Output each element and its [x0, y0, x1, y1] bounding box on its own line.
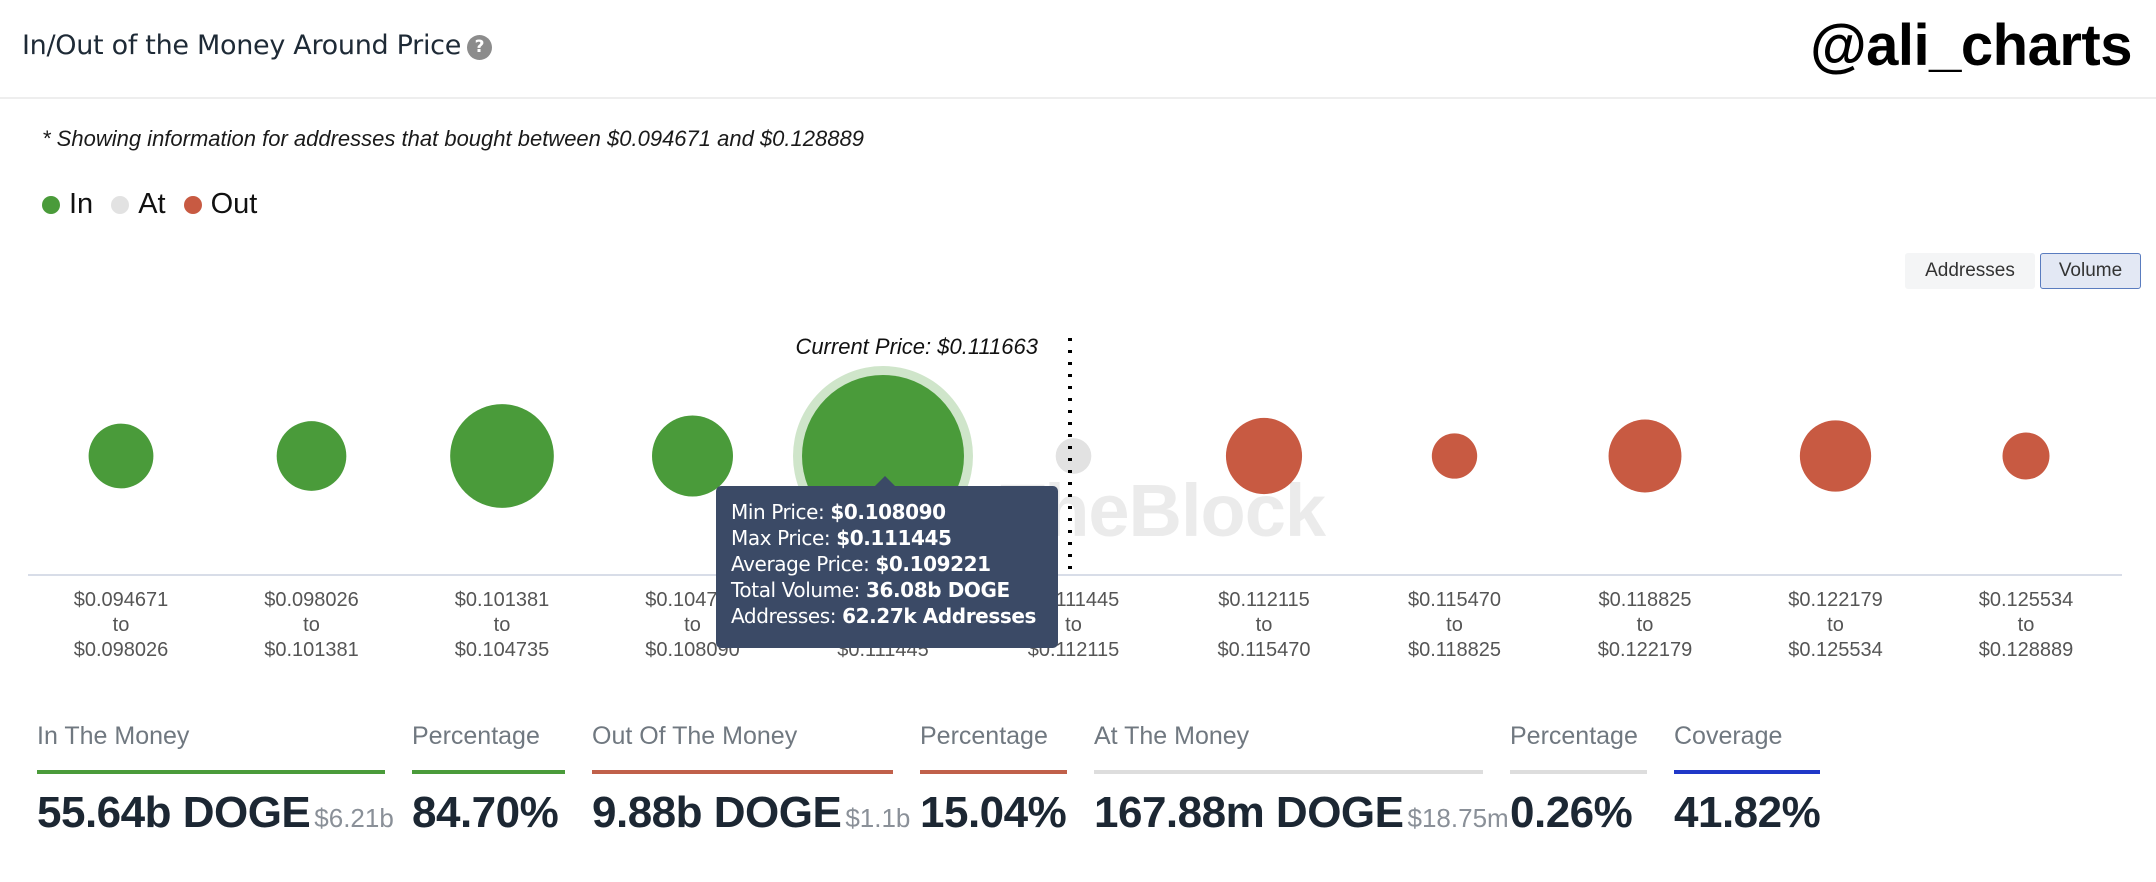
- x-tick-line: $0.104735: [454, 639, 550, 661]
- question-circle-icon[interactable]: ?: [467, 35, 492, 60]
- volume-toggle-button[interactable]: Volume: [2040, 253, 2141, 289]
- bubble-in-3[interactable]: [652, 415, 733, 497]
- bubble-out-8[interactable]: [1608, 419, 1682, 493]
- x-tick-line: to: [1827, 614, 1844, 636]
- range-note: * Showing information for addresses that…: [42, 126, 864, 151]
- stat-value: 0.26%: [1510, 788, 1633, 837]
- stat-label: Coverage: [1674, 722, 1783, 750]
- x-tick-line: to: [112, 614, 130, 636]
- legend-label: In: [69, 188, 94, 220]
- stat-label: At The Money: [1094, 722, 1250, 750]
- bubble-out-7[interactable]: [1431, 433, 1478, 479]
- x-tick-line: $0.128889: [1978, 639, 2074, 661]
- stat-out-percentage: Percentage 15.04%: [920, 722, 1067, 838]
- x-tick-line: $0.118825: [1598, 589, 1692, 611]
- x-tick-label: $0.115470 to $0.118825: [1370, 588, 1540, 663]
- bubble-out-10[interactable]: [2002, 432, 2050, 480]
- x-axis-labels: $0.094671 to $0.098026 $0.098026 to $0.101381…: [0, 588, 2156, 668]
- legend-item-out[interactable]: Out: [183, 188, 258, 221]
- x-tick-line: to: [493, 614, 511, 636]
- x-tick-line: to: [2017, 614, 2035, 636]
- x-tick-line: $0.118825: [1407, 639, 1502, 661]
- stat-bar: [412, 770, 565, 774]
- legend-dot-icon: [111, 195, 130, 214]
- stat-label: Percentage: [1510, 722, 1638, 750]
- x-tick-line: $0.094671: [73, 589, 169, 611]
- tooltip-max-price: Max Price: $0.111445: [731, 526, 952, 550]
- x-tick-line: $0.125534: [1978, 589, 2074, 611]
- tooltip-min-price: Min Price: $0.108090: [731, 500, 946, 524]
- bubble-at-5[interactable]: [1055, 438, 1092, 474]
- legend-label: At: [138, 188, 166, 220]
- stat-coverage: Coverage 41.82%: [1674, 722, 1821, 838]
- stat-bar: [1094, 770, 1483, 774]
- stat-bar: [920, 770, 1067, 774]
- tooltip-total-volume: Total Volume: 36.08b DOGE: [731, 578, 1010, 602]
- legend-item-in[interactable]: In: [42, 188, 93, 221]
- stat-bar: [1510, 770, 1647, 774]
- x-tick-line: to: [303, 614, 320, 636]
- legend: In At Out: [42, 188, 275, 221]
- x-tick-label: $0.094671 to $0.098026: [36, 588, 206, 663]
- x-tick-line: $0.101381: [454, 589, 550, 611]
- x-tick-line: $0.098026: [73, 639, 169, 661]
- stat-in-the-money: In The Money 55.64b DOGE $6.21b: [37, 722, 394, 838]
- stat-at-the-money: At The Money 167.88m DOGE $18.75m: [1094, 722, 1509, 838]
- legend-dot-icon: [42, 195, 60, 214]
- x-tick-line: to: [1636, 614, 1654, 636]
- x-tick-line: to: [1255, 614, 1273, 636]
- stat-bar: [592, 770, 893, 774]
- stat-value: 15.04%: [920, 788, 1067, 837]
- tooltip-average-price: Average Price: $0.109221: [731, 552, 991, 576]
- stat-value: 41.82%: [1674, 788, 1821, 837]
- x-tick-label: $0.098026 to $0.101381: [227, 588, 397, 663]
- stat-label: Percentage: [412, 722, 540, 750]
- bubble-out-9[interactable]: [1799, 420, 1872, 492]
- current-price-label: Current Price: $0.111663: [795, 334, 1038, 359]
- x-tick-line: $0.122179: [1597, 639, 1693, 661]
- legend-item-at[interactable]: At: [111, 188, 166, 221]
- bubble-out-6[interactable]: [1225, 417, 1303, 495]
- stat-value: 9.88b DOGE $1.1b: [592, 788, 911, 837]
- stat-in-percentage: Percentage 84.70%: [412, 722, 565, 838]
- x-tick-line: $0.112115: [1218, 589, 1310, 611]
- x-tick-line: $0.115470: [1217, 639, 1311, 661]
- x-tick-label: $0.112115 to $0.115470: [1179, 588, 1349, 663]
- stat-out-of-the-money: Out Of The Money 9.88b DOGE $1.1b: [592, 722, 911, 838]
- x-tick-line: to: [1446, 614, 1463, 636]
- stat-value: 55.64b DOGE $6.21b: [37, 788, 394, 837]
- tooltip-addresses: Addresses: 62.27k Addresses: [731, 604, 1037, 628]
- bubble-in-0[interactable]: [88, 423, 154, 489]
- stat-value: 167.88m DOGE $18.75m: [1094, 788, 1509, 837]
- x-tick-line: $0.115470: [1407, 589, 1502, 611]
- stat-label: Out Of The Money: [592, 722, 798, 750]
- x-tick-label: $0.122179 to $0.125534: [1751, 588, 1921, 663]
- brand-handle: @ali_charts: [1810, 13, 2132, 78]
- x-tick-line: $0.125534: [1788, 639, 1883, 661]
- legend-label: Out: [210, 188, 258, 220]
- stat-label: In The Money: [37, 722, 190, 750]
- stat-value: 84.70%: [412, 788, 559, 837]
- x-tick-line: $0.122179: [1788, 589, 1883, 611]
- bubble-tooltip: Min Price: $0.108090 Max Price: $0.11144…: [716, 476, 1058, 648]
- bubble-in-2[interactable]: [450, 404, 554, 508]
- widget-title: In/Out of the Money Around Price: [22, 30, 462, 61]
- stat-label: Percentage: [920, 722, 1048, 750]
- stat-bar: [1674, 770, 1820, 774]
- stat-at-percentage: Percentage 0.26%: [1510, 722, 1647, 838]
- x-tick-label: $0.101381 to $0.104735: [417, 588, 587, 663]
- addresses-toggle-button[interactable]: Addresses: [1905, 253, 2035, 289]
- stat-bar: [37, 770, 385, 774]
- bubble-in-1[interactable]: [276, 421, 347, 491]
- x-tick-label: $0.118825 to $0.122179: [1560, 588, 1730, 663]
- x-tick-line: $0.098026: [264, 589, 359, 611]
- x-tick-line: $0.101381: [264, 639, 359, 661]
- widget-header: In/Out of the Money Around Price ? @ali_…: [0, 0, 2156, 99]
- legend-dot-icon: [183, 195, 202, 214]
- x-tick-label: $0.125534 to $0.128889: [1941, 588, 2111, 663]
